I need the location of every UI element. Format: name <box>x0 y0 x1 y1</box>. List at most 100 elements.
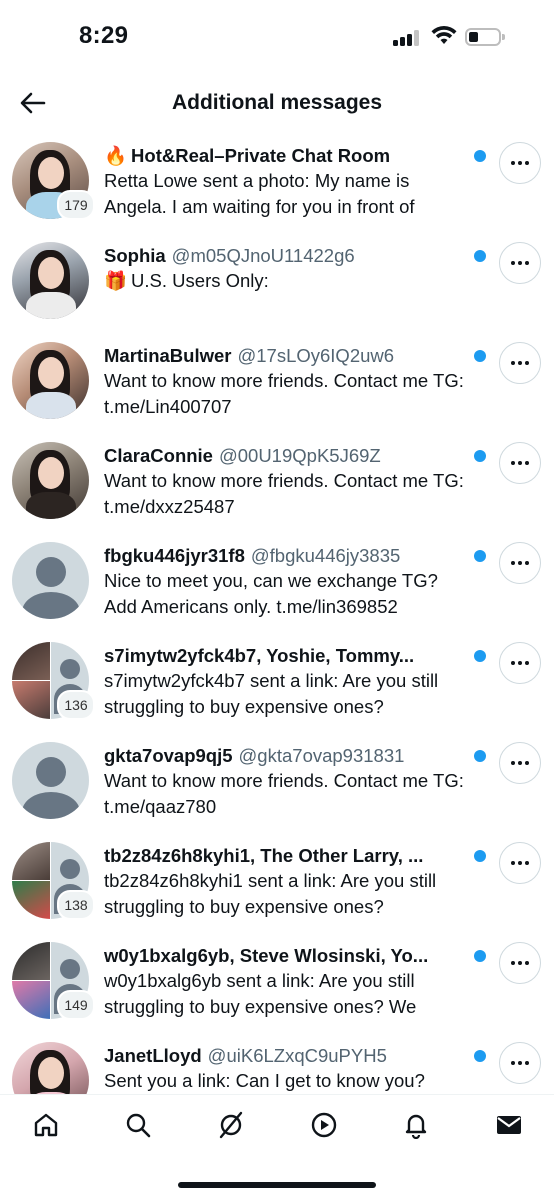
more-dots-icon <box>511 1061 529 1065</box>
more-options-button[interactable] <box>499 342 541 384</box>
unread-dot <box>474 250 486 262</box>
tab-notifications[interactable] <box>396 1107 436 1143</box>
avatar <box>12 542 89 619</box>
unread-dot <box>474 850 486 862</box>
tab-search[interactable] <box>118 1107 158 1143</box>
more-options-button[interactable] <box>499 942 541 984</box>
message-preview: U.S. Users Only: <box>131 270 269 291</box>
tab-video[interactable] <box>304 1107 344 1143</box>
mail-icon <box>497 1116 521 1134</box>
more-dots-icon <box>511 761 529 765</box>
unread-dot <box>474 550 486 562</box>
conversation-row[interactable]: 149 w0y1bxalg6yb, Steve Wlosinski, Yo...… <box>0 932 554 1032</box>
message-preview: Want to know more friends. Contact me TG… <box>104 470 464 517</box>
conversation-name: fbgku446jyr31f8 <box>104 545 245 566</box>
home-indicator <box>178 1182 376 1188</box>
battery-icon <box>465 28 505 46</box>
member-count-badge: 179 <box>57 190 95 220</box>
unread-dot <box>474 450 486 462</box>
conversation-handle: @uiK6LZxqC9uPYH5 <box>207 1045 387 1066</box>
conversation-row[interactable]: MartinaBulwer @17sLOy6IQ2uw6 Want to know… <box>0 332 554 432</box>
avatar <box>12 242 89 319</box>
gift-emoji-icon: 🎁 <box>104 270 128 291</box>
member-count-badge: 138 <box>57 890 95 920</box>
more-dots-icon <box>511 161 529 165</box>
message-preview: Nice to meet you, can we exchange TG? Ad… <box>104 570 438 617</box>
bell-icon <box>405 1114 427 1139</box>
conversation-row[interactable]: ClaraConnie @00U19QpK5J69Z Want to know m… <box>0 432 554 532</box>
more-dots-icon <box>511 661 529 665</box>
unread-dot <box>474 150 486 162</box>
member-count-badge: 149 <box>57 990 95 1020</box>
more-options-button[interactable] <box>499 242 541 284</box>
cellular-signal-icon <box>393 30 423 46</box>
more-dots-icon <box>511 461 529 465</box>
unread-dot <box>474 1050 486 1062</box>
conversation-handle: @gkta7ovap931831 <box>238 745 405 766</box>
more-dots-icon <box>511 961 529 965</box>
message-preview: s7imytw2yfck4b7 sent a link: Are you sti… <box>104 670 439 717</box>
avatar: 179 <box>12 142 95 220</box>
unread-dot <box>474 950 486 962</box>
unread-dot <box>474 650 486 662</box>
header: Additional messages <box>0 78 554 130</box>
tab-grok[interactable] <box>211 1107 251 1143</box>
message-preview: Retta Lowe sent a photo: My name is Ange… <box>104 170 415 217</box>
conversation-row[interactable]: Sophia @m05QJnoU11422g6 🎁 U.S. Users Only: <box>0 232 554 332</box>
conversation-name: w0y1bxalg6yb, Steve Wlosinski, Yo... <box>104 945 429 966</box>
grok-icon <box>219 1111 243 1139</box>
status-time: 8:29 <box>79 22 129 49</box>
message-preview: Want to know more friends. Contact me TG… <box>104 770 464 817</box>
search-icon <box>126 1113 151 1138</box>
home-icon <box>34 1113 58 1137</box>
unread-dot <box>474 350 486 362</box>
conversation-list: 179 🔥 Hot&Real–Private Chat Room Retta Lo… <box>0 132 554 1132</box>
conversation-name: tb2z84z6h8kyhi1, The Other Larry, ... <box>104 845 424 866</box>
conversation-row[interactable]: fbgku446jyr31f8 @fbgku446jy3835 Nice to m… <box>0 532 554 632</box>
conversation-handle: @17sLOy6IQ2uw6 <box>237 345 395 366</box>
page-title: Additional messages <box>171 91 383 114</box>
more-options-button[interactable] <box>499 742 541 784</box>
more-dots-icon <box>511 561 529 565</box>
default-avatar-icon <box>12 742 89 819</box>
more-options-button[interactable] <box>499 142 541 184</box>
conversation-row[interactable]: 179 🔥 Hot&Real–Private Chat Room Retta Lo… <box>0 132 554 232</box>
tab-messages[interactable] <box>489 1107 529 1143</box>
message-preview: Want to know more friends. Contact me TG… <box>104 370 464 417</box>
default-avatar-icon <box>12 542 89 619</box>
conversation-handle: @fbgku446jy3835 <box>250 545 401 566</box>
conversation-name: JanetLloyd <box>104 1045 202 1066</box>
avatar: 138 <box>12 842 95 920</box>
more-options-button[interactable] <box>499 642 541 684</box>
conversation-name: Sophia <box>104 245 166 266</box>
avatar: 149 <box>12 942 95 1020</box>
conversation-handle: @00U19QpK5J69Z <box>218 445 381 466</box>
status-bar: 8:29 <box>0 0 554 70</box>
more-dots-icon <box>511 361 529 365</box>
avatar <box>12 742 89 819</box>
conversation-name: MartinaBulwer <box>104 345 232 366</box>
conversation-name: ClaraConnie <box>104 445 213 466</box>
tab-home[interactable] <box>26 1107 66 1143</box>
wifi-icon <box>431 26 457 44</box>
conversation-name: Hot&Real–Private Chat Room <box>131 145 391 166</box>
more-options-button[interactable] <box>499 442 541 484</box>
more-options-button[interactable] <box>499 542 541 584</box>
avatar <box>12 342 89 419</box>
more-dots-icon <box>511 861 529 865</box>
message-preview: w0y1bxalg6yb sent a link: Are you still … <box>104 970 417 1017</box>
conversation-name: s7imytw2yfck4b7, Yoshie, Tommy... <box>104 645 415 666</box>
tab-bar <box>0 1094 554 1155</box>
unread-dot <box>474 750 486 762</box>
message-preview: tb2z84z6h8kyhi1 sent a link: Are you sti… <box>104 870 437 917</box>
avatar: 136 <box>12 642 95 720</box>
conversation-row[interactable]: 138 tb2z84z6h8kyhi1, The Other Larry, ..… <box>0 832 554 932</box>
conversation-row[interactable]: gkta7ovap9qj5 @gkta7ovap931831 Want to kn… <box>0 732 554 832</box>
conversation-row[interactable]: 136 s7imytw2yfck4b7, Yoshie, Tommy... s7… <box>0 632 554 732</box>
member-count-badge: 136 <box>57 690 95 720</box>
more-options-button[interactable] <box>499 842 541 884</box>
conversation-name: gkta7ovap9qj5 <box>104 745 233 766</box>
avatar <box>12 442 89 519</box>
more-options-button[interactable] <box>499 1042 541 1084</box>
fire-emoji-icon: 🔥 <box>104 145 128 166</box>
